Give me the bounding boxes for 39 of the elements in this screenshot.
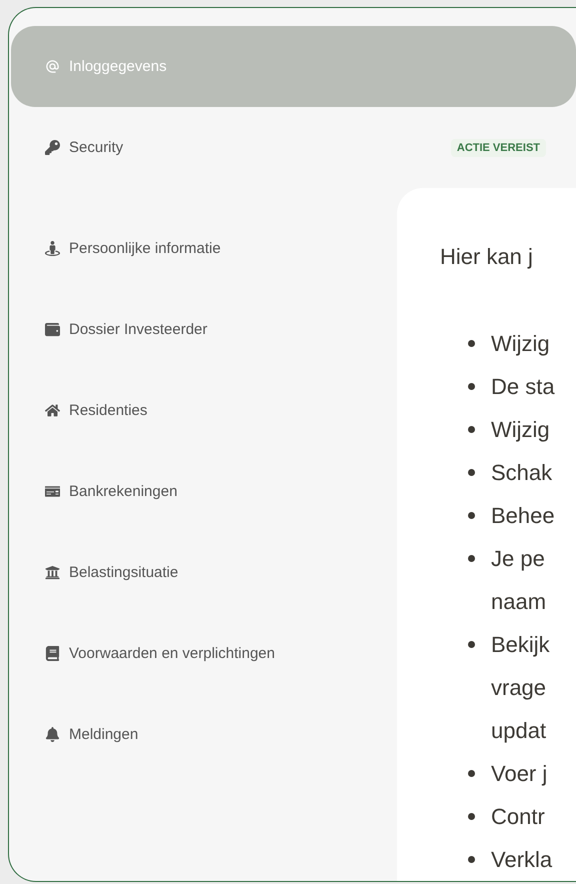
sidebar-item[interactable]: Voorwaarden en verplichtingen (45, 644, 275, 664)
wallet-icon (45, 322, 60, 337)
bullet-text: Verkla (491, 846, 552, 874)
bullet-icon (468, 641, 475, 648)
bullet-text: Behee (491, 502, 555, 530)
bullet-text: De sta (491, 373, 555, 401)
bullet-icon (468, 555, 475, 562)
bullet-icon (468, 340, 475, 347)
bullet-text: Contr (491, 803, 545, 831)
bullet-text: Wijzig (491, 330, 550, 358)
bullet-text: Je pe naam (491, 545, 546, 616)
sidebar-item[interactable]: Meldingen (45, 724, 138, 744)
intro-text: Hier kan j (440, 244, 534, 270)
card-icon (45, 484, 60, 499)
sidebar-item[interactable]: Dossier Investeerder (45, 320, 208, 340)
sidebar-item[interactable]: Persoonlijke informatie (45, 238, 221, 258)
house-icon (45, 403, 60, 418)
sidebar-item[interactable]: Bankrekeningen (45, 482, 178, 502)
bullet-icon (468, 469, 475, 476)
bullet-text: Bekijk vrage updat (491, 631, 550, 745)
bullet-icon (468, 512, 475, 519)
bullet-icon (468, 856, 475, 863)
sidebar-item[interactable]: Belastingsituatie (45, 562, 178, 582)
bullet-icon (468, 426, 475, 433)
key-icon (45, 140, 60, 155)
person-icon (45, 241, 60, 256)
action-required-badge: ACTIE VEREIST (450, 138, 546, 156)
bullet-text: Schak (491, 459, 552, 487)
bullet-text: Wijzig (491, 416, 550, 444)
sidebar-item[interactable]: Residenties (45, 400, 148, 420)
bullet-icon (468, 383, 475, 390)
bullet-text: Voer j (491, 760, 548, 788)
bullet-icon (468, 813, 475, 820)
bullet-icon (468, 770, 475, 777)
book-icon (45, 646, 60, 661)
bell-icon (45, 727, 60, 742)
bank-icon (45, 565, 60, 580)
at-icon (45, 59, 60, 74)
sidebar-item[interactable]: Security (45, 138, 124, 158)
